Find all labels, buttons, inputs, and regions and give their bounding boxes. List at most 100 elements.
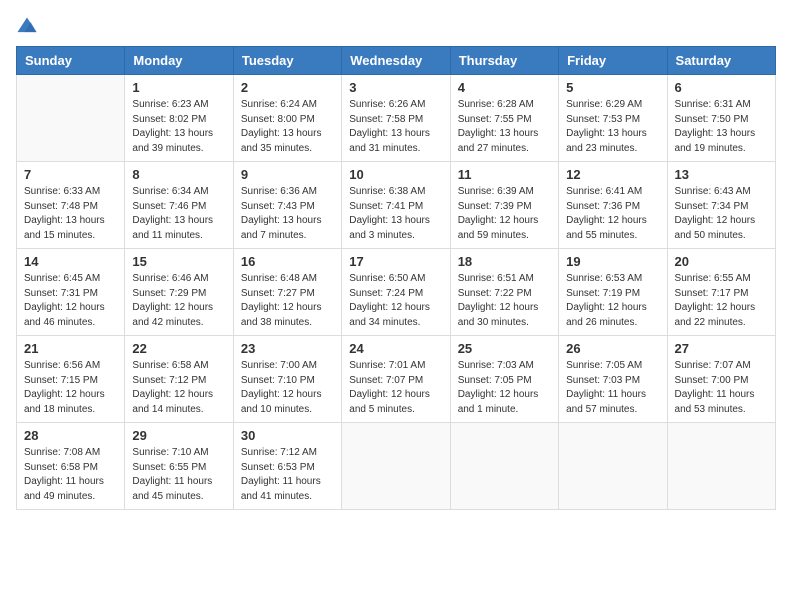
sunset-text: Sunset: 6:55 PM — [132, 462, 206, 473]
sunrise-text: Sunrise: 6:33 AM — [24, 186, 100, 197]
sunrise-text: Sunrise: 6:28 AM — [458, 99, 534, 110]
calendar-cell: 8Sunrise: 6:34 AMSunset: 7:46 PMDaylight… — [125, 162, 233, 249]
col-wednesday: Wednesday — [342, 47, 450, 75]
sunset-text: Sunset: 7:55 PM — [458, 114, 532, 125]
calendar-cell: 25 Sunrise: 7:03 AMSunset: 7:05 PMDayligh… — [450, 336, 558, 423]
day-number: 27 — [675, 341, 768, 356]
day-number: 5 — [566, 80, 659, 95]
day-number: 7 — [24, 167, 117, 182]
day-number: 3 — [349, 80, 442, 95]
page-header — [16, 16, 776, 38]
day-number: 28 — [24, 428, 117, 443]
sunrise-text: Sunrise: 6:23 AM — [132, 99, 208, 110]
daylight-text: Daylight: 12 hours and 30 minutes. — [458, 302, 539, 328]
day-info: Sunrise: 6:55 AMSunset: 7:17 PMDaylight:… — [675, 272, 768, 330]
daylight-text: Daylight: 12 hours and 10 minutes. — [241, 389, 322, 415]
daylight-text: Daylight: 13 hours and 19 minutes. — [675, 128, 756, 154]
sunrise-text: Sunrise: 6:58 AM — [132, 360, 208, 371]
calendar-cell: 27Sunrise: 7:07 AMSunset: 7:00 PMDayligh… — [667, 336, 775, 423]
daylight-text: Daylight: 12 hours and 18 minutes. — [24, 389, 105, 415]
sunset-text: Sunset: 7:48 PM — [24, 201, 98, 212]
sunset-text: Sunset: 7:12 PM — [132, 375, 206, 386]
calendar-table: Sunday Monday Tuesday Wednesday Thursday… — [16, 46, 776, 510]
sunset-text: Sunset: 8:00 PM — [241, 114, 315, 125]
calendar-cell: 30 Sunrise: 7:12 AMSunset: 6:53 PMDayligh… — [233, 423, 341, 510]
day-info: Sunrise: 6:26 AMSunset: 7:58 PMDaylight:… — [349, 98, 442, 156]
sunset-text: Sunset: 7:24 PM — [349, 288, 423, 299]
logo-icon — [16, 16, 38, 38]
calendar-week-row: 14Sunrise: 6:45 AMSunset: 7:31 PMDayligh… — [17, 249, 776, 336]
day-info: Sunrise: 7:00 AMSunset: 7:10 PMDaylight:… — [241, 359, 334, 417]
day-info: Sunrise: 6:53 AMSunset: 7:19 PMDaylight:… — [566, 272, 659, 330]
col-sunday: Sunday — [17, 47, 125, 75]
sunset-text: Sunset: 7:46 PM — [132, 201, 206, 212]
day-info: Sunrise: 7:03 AMSunset: 7:05 PMDaylight:… — [458, 359, 551, 417]
calendar-week-row: 21 Sunrise: 6:56 AM Sunset: 7:15 PM Dayligh… — [17, 336, 776, 423]
calendar-cell: 16Sunrise: 6:48 AMSunset: 7:27 PMDayligh… — [233, 249, 341, 336]
calendar-cell: 4Sunrise: 6:28 AMSunset: 7:55 PMDaylight… — [450, 75, 558, 162]
calendar-cell: 12Sunrise: 6:41 AMSunset: 7:36 PMDayligh… — [559, 162, 667, 249]
day-info: Sunrise: 6:39 AMSunset: 7:39 PMDaylight:… — [458, 185, 551, 243]
daylight-text: Daylight: 12 hours and 14 minutes. — [132, 389, 213, 415]
day-number: 11 — [458, 167, 551, 182]
calendar-cell: 6Sunrise: 6:31 AMSunset: 7:50 PMDaylight… — [667, 75, 775, 162]
day-number: 30 — [241, 428, 334, 443]
col-tuesday: Tuesday — [233, 47, 341, 75]
calendar-cell: 17Sunrise: 6:50 AMSunset: 7:24 PMDayligh… — [342, 249, 450, 336]
calendar-cell: 3 Sunrise: 6:26 AMSunset: 7:58 PMDaylight… — [342, 75, 450, 162]
calendar-cell: 21 Sunrise: 6:56 AM Sunset: 7:15 PM Dayligh… — [17, 336, 125, 423]
sunrise-text: Sunrise: 6:53 AM — [566, 273, 642, 284]
daylight-text: Daylight: 11 hours and 41 minutes. — [241, 476, 321, 502]
sunset-text: Sunset: 8:02 PM — [132, 114, 206, 125]
sunset-text: Sunset: 7:15 PM — [24, 375, 98, 386]
daylight-text: Daylight: 11 hours and 45 minutes. — [132, 476, 212, 502]
sunset-text: Sunset: 7:58 PM — [349, 114, 423, 125]
day-info: Sunrise: 6:50 AMSunset: 7:24 PMDaylight:… — [349, 272, 442, 330]
daylight-text: Daylight: 13 hours and 23 minutes. — [566, 128, 647, 154]
calendar-cell: 15Sunrise: 6:46 AMSunset: 7:29 PMDayligh… — [125, 249, 233, 336]
day-info: Sunrise: 6:31 AMSunset: 7:50 PMDaylight:… — [675, 98, 768, 156]
day-info: Sunrise: 6:33 AMSunset: 7:48 PMDaylight:… — [24, 185, 117, 243]
calendar-cell: 11 Sunrise: 6:39 AMSunset: 7:39 PMDayligh… — [450, 162, 558, 249]
daylight-text: Daylight: 12 hours and 59 minutes. — [458, 215, 539, 241]
sunrise-text: Sunrise: 6:29 AM — [566, 99, 642, 110]
sunset-text: Sunset: 7:41 PM — [349, 201, 423, 212]
sunrise-text: Sunrise: 6:48 AM — [241, 273, 317, 284]
day-info: Sunrise: 7:08 AMSunset: 6:58 PMDaylight:… — [24, 446, 117, 504]
day-number: 20 — [675, 254, 768, 269]
daylight-text: Daylight: 12 hours and 26 minutes. — [566, 302, 647, 328]
day-number: 12 — [566, 167, 659, 182]
sunrise-text: Sunrise: 7:00 AM — [241, 360, 317, 371]
sunrise-text: Sunrise: 6:24 AM — [241, 99, 317, 110]
day-number: 25 — [458, 341, 551, 356]
sunset-text: Sunset: 7:36 PM — [566, 201, 640, 212]
day-info: Sunrise: 7:12 AMSunset: 6:53 PMDaylight:… — [241, 446, 334, 504]
daylight-text: Daylight: 13 hours and 7 minutes. — [241, 215, 322, 241]
day-number: 24 — [349, 341, 442, 356]
calendar-cell: 20 Sunrise: 6:55 AMSunset: 7:17 PMDayligh… — [667, 249, 775, 336]
sunrise-text: Sunrise: 6:56 AM — [24, 360, 100, 371]
day-info: Sunrise: 7:01 AMSunset: 7:07 PMDaylight:… — [349, 359, 442, 417]
calendar-cell: 5 Sunrise: 6:29 AMSunset: 7:53 PMDaylight… — [559, 75, 667, 162]
sunrise-text: Sunrise: 6:34 AM — [132, 186, 208, 197]
sunrise-text: Sunrise: 6:55 AM — [675, 273, 751, 284]
day-info: Sunrise: 6:28 AMSunset: 7:55 PMDaylight:… — [458, 98, 551, 156]
sunset-text: Sunset: 7:05 PM — [458, 375, 532, 386]
col-saturday: Saturday — [667, 47, 775, 75]
daylight-text: Daylight: 12 hours and 5 minutes. — [349, 389, 430, 415]
sunset-text: Sunset: 6:53 PM — [241, 462, 315, 473]
calendar-cell — [342, 423, 450, 510]
calendar-cell: 29Sunrise: 7:10 AMSunset: 6:55 PMDayligh… — [125, 423, 233, 510]
calendar-cell: 13Sunrise: 6:43 AMSunset: 7:34 PMDayligh… — [667, 162, 775, 249]
sunset-text: Sunset: 7:27 PM — [241, 288, 315, 299]
day-number: 15 — [132, 254, 225, 269]
daylight-text: Daylight: 12 hours and 46 minutes. — [24, 302, 105, 328]
sunset-text: Sunset: 6:58 PM — [24, 462, 98, 473]
sunrise-text: Sunrise: 6:43 AM — [675, 186, 751, 197]
daylight-text: Daylight: 13 hours and 11 minutes. — [132, 215, 213, 241]
day-number: 21 — [24, 341, 117, 356]
day-info: Sunrise: 6:29 AMSunset: 7:53 PMDaylight:… — [566, 98, 659, 156]
day-number: 14 — [24, 254, 117, 269]
sunset-text: Sunset: 7:50 PM — [675, 114, 749, 125]
sunrise-text: Sunrise: 6:39 AM — [458, 186, 534, 197]
